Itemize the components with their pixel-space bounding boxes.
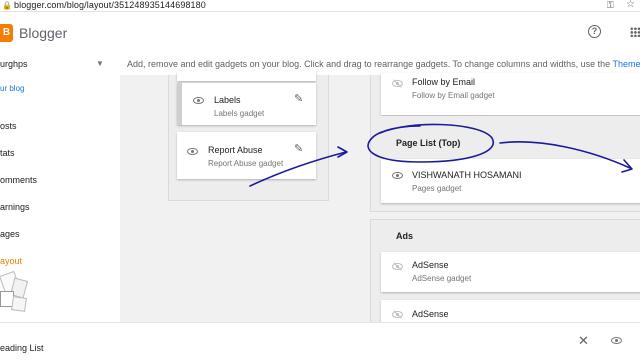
- sidebar-section: Labels Labels gadget ✎ Report Abuse Repo…: [168, 71, 329, 201]
- theme-editor-link[interactable]: Theme E: [612, 59, 640, 69]
- eye-icon[interactable]: [193, 97, 204, 104]
- gadget-title: Follow by Email: [412, 77, 476, 87]
- theme-thumbnail-image[interactable]: [0, 270, 30, 317]
- gadget-title: AdSense: [412, 309, 449, 319]
- app-header: B Blogger ?: [0, 13, 640, 53]
- info-text: Add, remove and edit gadgets on your blo…: [127, 59, 613, 69]
- gadget-card[interactable]: VISHWANATH HOSAMANI Pages gadget: [381, 159, 640, 203]
- gadget-subtitle: Labels gadget: [214, 109, 265, 118]
- sidebar-item-earnings[interactable]: arnings: [0, 202, 30, 212]
- gadget-subtitle: Pages gadget: [412, 184, 462, 193]
- lock-icon: 🔒: [2, 1, 12, 10]
- sidebar-item-stats[interactable]: tats: [0, 148, 15, 158]
- blog-name: urghps: [0, 59, 28, 69]
- star-icon[interactable]: ☆: [626, 0, 635, 10]
- preview-icon[interactable]: [611, 337, 622, 344]
- gadget-card[interactable]: Report Abuse Report Abuse gadget ✎: [177, 132, 316, 179]
- gadget-card-partial[interactable]: [177, 71, 316, 81]
- help-icon[interactable]: ?: [588, 25, 601, 38]
- gadget-card[interactable]: Labels Labels gadget ✎: [177, 83, 316, 125]
- eye-off-icon[interactable]: [392, 263, 403, 270]
- pencil-icon[interactable]: ✎: [294, 142, 303, 155]
- blogger-logo[interactable]: B: [0, 24, 13, 42]
- address-bar[interactable]: 🔒 blogger.com/blog/layout/35124893514469…: [0, 0, 640, 12]
- eye-off-icon[interactable]: [392, 80, 403, 87]
- bottom-bar: eading List ✕: [0, 322, 640, 360]
- section-title: Ads: [396, 231, 414, 241]
- close-icon[interactable]: ✕: [578, 333, 589, 349]
- key-icon[interactable]: ⚿: [607, 0, 614, 11]
- gadget-title: Labels: [214, 95, 241, 105]
- gadget-title: VISHWANATH HOSAMANI: [412, 170, 522, 180]
- sidebar-item-reading-list[interactable]: eading List: [0, 343, 44, 353]
- url-text[interactable]: blogger.com/blog/layout/3512489351446981…: [14, 0, 206, 10]
- eye-icon[interactable]: [392, 172, 403, 179]
- ads-section: Ads AdSense AdSense gadget AdSense: [370, 219, 640, 322]
- gadget-card[interactable]: Follow by Email Follow by Email gadget: [381, 73, 640, 115]
- gadget-card[interactable]: AdSense: [381, 300, 640, 322]
- eye-off-icon[interactable]: [392, 311, 403, 318]
- sidebar: urghps ▼ ur blog osts tats omments arnin…: [0, 53, 120, 360]
- gadget-title: AdSense: [412, 260, 449, 270]
- gadget-card[interactable]: AdSense AdSense gadget: [381, 252, 640, 292]
- sidebar-item-layout[interactable]: ayout: [0, 256, 22, 266]
- gadget-title: Report Abuse: [208, 145, 263, 155]
- drag-handle[interactable]: [177, 83, 182, 125]
- gadget-subtitle: Follow by Email gadget: [412, 91, 495, 100]
- sidebar-item-comments[interactable]: omments: [0, 175, 37, 185]
- view-blog-link[interactable]: ur blog: [0, 84, 24, 93]
- layout-editor: Add, remove and edit gadgets on your blo…: [120, 53, 640, 322]
- caret-down-icon: ▼: [96, 59, 104, 68]
- apps-icon[interactable]: [630, 27, 640, 37]
- gadget-subtitle: AdSense gadget: [412, 274, 472, 283]
- blog-selector[interactable]: urghps ▼: [0, 58, 110, 72]
- section-title: Page List (Top): [396, 138, 461, 148]
- gadget-subtitle: Report Abuse gadget: [208, 159, 284, 168]
- sidebar-item-posts[interactable]: osts: [0, 121, 17, 131]
- eye-icon[interactable]: [187, 148, 198, 155]
- sidebar-item-pages[interactable]: ages: [0, 229, 20, 239]
- pencil-icon[interactable]: ✎: [294, 92, 303, 105]
- page-list-section: Page List (Top) VISHWANATH HOSAMANI Page…: [370, 116, 640, 212]
- app-name[interactable]: Blogger: [19, 25, 67, 41]
